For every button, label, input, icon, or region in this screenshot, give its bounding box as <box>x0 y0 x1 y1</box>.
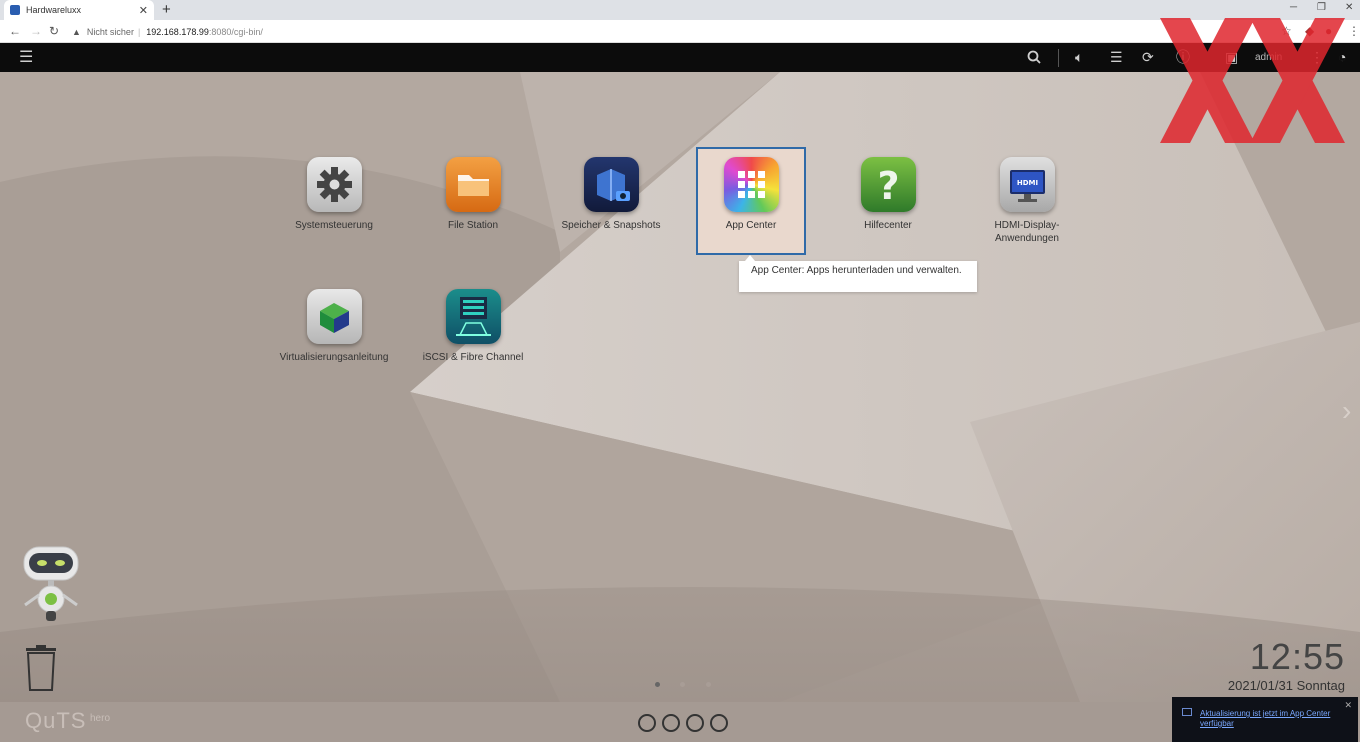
browser-tab[interactable]: Hardwareluxx ✕ <box>4 0 154 20</box>
task-stack-icon[interactable]: ☰ <box>1110 50 1123 65</box>
url-separator: | <box>137 26 141 37</box>
close-window-icon[interactable]: ✕ <box>1345 2 1353 13</box>
more-options-icon[interactable]: ⋮ <box>1310 50 1324 65</box>
app-iscsi-fibre-channel[interactable]: iSCSI & Fibre Channel <box>418 289 528 364</box>
monitor-icon: HDMI <box>999 157 1055 212</box>
app-virtualisierungsanleitung[interactable]: Virtualisierungsanleitung <box>279 289 389 364</box>
notification-close-icon[interactable]: ✕ <box>1344 700 1352 711</box>
update-notification[interactable]: Aktualisierung ist jetzt im App Center v… <box>1172 697 1358 742</box>
reload-icon[interactable]: ↻ <box>49 24 59 38</box>
topbar-separator <box>1058 49 1059 67</box>
browser-menu-icon[interactable]: ⋮ <box>1348 24 1360 38</box>
notification-link[interactable]: Aktualisierung ist jetzt im App Center v… <box>1200 709 1350 729</box>
app-label: File Station <box>447 220 499 231</box>
dashboard-icon[interactable]: ◔ <box>1338 50 1346 65</box>
address-bar: ← → ↻ ▲ Nicht sicher | 192.168.178.99 :8… <box>0 20 1360 43</box>
bookmark-star-icon[interactable]: ☆ <box>1281 24 1292 38</box>
info-icon[interactable]: ⓘ <box>1176 50 1190 65</box>
profile-avatar-icon[interactable]: ● <box>1325 24 1332 38</box>
main-menu-icon[interactable]: ☰ <box>19 50 33 66</box>
quts-logo-sub: hero <box>90 713 111 724</box>
restore-icon[interactable]: ❐ <box>1317 2 1326 13</box>
qnap-favicon-icon <box>10 5 20 15</box>
new-tab-button[interactable]: + <box>162 2 171 17</box>
app-speicher-snapshots[interactable]: Speicher & Snapshots <box>556 157 666 232</box>
app-systemsteuerung[interactable]: Systemsteuerung <box>279 157 389 232</box>
qmanager-icon[interactable] <box>710 714 728 732</box>
url-path: :8080/cgi-bin/ <box>208 26 263 37</box>
hdmi-text: HDMI <box>1016 179 1037 187</box>
qsync-icon[interactable] <box>686 714 704 732</box>
svg-text:?: ? <box>877 164 899 208</box>
app-hilfecenter[interactable]: ? Hilfecenter <box>833 157 943 232</box>
desktop-wallpaper <box>0 72 1360 702</box>
app-label: Hilfecenter <box>864 220 912 231</box>
page-dot-3[interactable] <box>706 682 711 687</box>
url-field[interactable]: ▲ Nicht sicher | 192.168.178.99 :8080/cg… <box>72 23 1282 40</box>
quts-logo: QuTS <box>25 708 87 733</box>
helpdesk-robot-icon[interactable] <box>15 545 87 623</box>
folder-icon <box>445 157 501 212</box>
minimize-icon[interactable]: ─ <box>1290 2 1297 13</box>
app-label: Virtualisierungsanleitung <box>279 352 389 363</box>
browser-tab-bar: Hardwareluxx ✕ + ─ ❐ ✕ <box>0 0 1360 20</box>
tab-title: Hardwareluxx <box>26 5 82 15</box>
volume-icon[interactable]: 🔈︎ <box>1075 50 1083 65</box>
cube-icon <box>306 289 362 344</box>
server-icon <box>445 289 501 344</box>
page-dot-1[interactable] <box>655 682 660 687</box>
tab-close-icon[interactable]: ✕ <box>139 4 148 17</box>
app-hdmi-display[interactable]: HDMI HDMI-Display-Anwendungen <box>972 157 1082 245</box>
app-label: Systemsteuerung <box>295 220 373 231</box>
sync-icon[interactable]: ⟳ <box>1142 50 1154 65</box>
app-label: Speicher & Snapshots <box>561 220 661 231</box>
url-host: 192.168.178.99 <box>146 26 209 37</box>
app-label: App Center <box>725 220 777 231</box>
warning-icon: ▲ <box>72 26 81 37</box>
storage-icon <box>583 157 639 212</box>
message-icon <box>1182 708 1192 716</box>
desktop <box>0 72 1360 702</box>
back-icon[interactable]: ← <box>9 24 21 38</box>
security-label: Nicht sicher <box>86 26 134 37</box>
next-page-arrow-icon[interactable]: › <box>1342 395 1351 427</box>
search-icon[interactable] <box>1027 50 1041 67</box>
forward-icon[interactable]: → <box>30 24 42 38</box>
qnap-cloud-icon[interactable] <box>638 714 656 732</box>
app-label: iSCSI & Fibre Channel <box>422 352 524 363</box>
trash-icon[interactable] <box>22 644 60 692</box>
qts-top-bar: ☰ 🔈︎ ☰ ⟳ ⓘ ▣ admin ⋮ ◔ <box>0 43 1360 72</box>
user-menu[interactable]: admin <box>1255 52 1282 63</box>
app-app-center[interactable]: App Center <box>696 147 806 255</box>
grid-icon <box>723 157 779 212</box>
gear-icon <box>306 157 362 212</box>
clock-date: 2021/01/31 Sonntag <box>1227 678 1345 693</box>
extension-icon[interactable]: ◆ <box>1305 24 1314 38</box>
clock-time: 12:55 <box>1249 636 1345 677</box>
bottom-bar <box>0 702 1360 742</box>
qfinder-icon[interactable] <box>662 714 680 732</box>
question-icon: ? <box>860 157 916 212</box>
notification-icon[interactable]: ▣ <box>1225 50 1238 65</box>
app-center-tooltip: App Center: Apps herunterladen und verwa… <box>739 255 977 292</box>
page-dot-2[interactable] <box>680 682 685 687</box>
app-label: HDMI-Display-Anwendungen <box>994 220 1060 244</box>
app-file-station[interactable]: File Station <box>418 157 528 232</box>
